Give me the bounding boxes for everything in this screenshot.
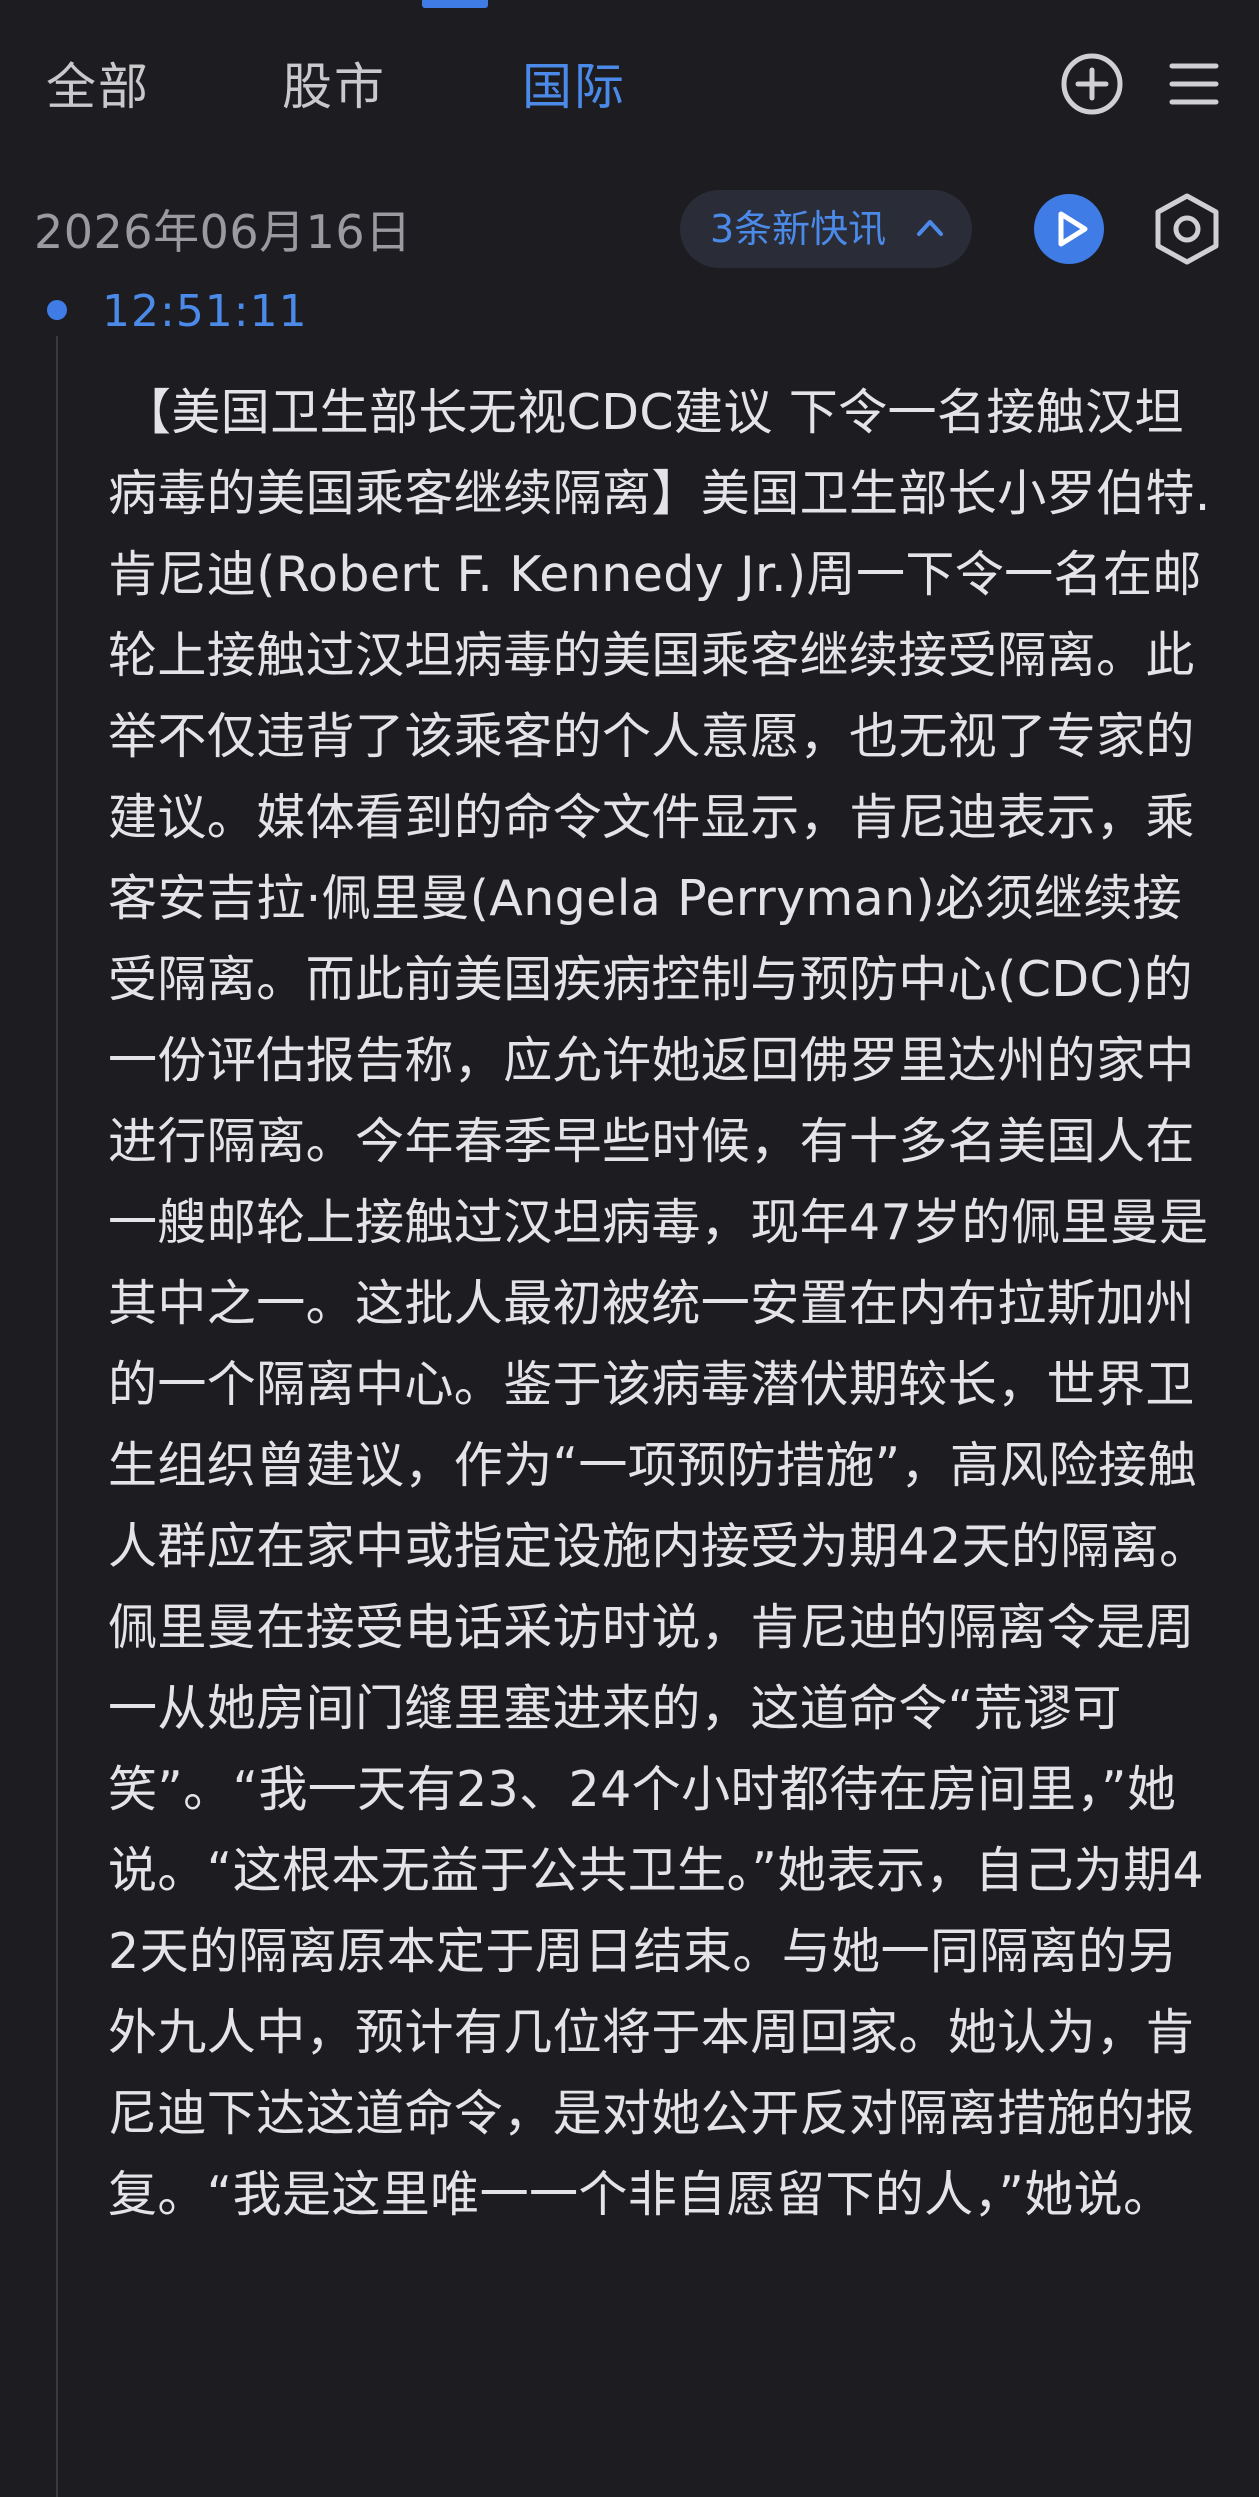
tab-international[interactable]: 国际 [522,52,626,122]
new-flash-news-label: 3条新快讯 [710,207,887,251]
tab-all[interactable]: 全部 [46,52,150,122]
tab-stock-market[interactable]: 股市 [282,52,386,122]
hamburger-menu-icon[interactable] [1168,56,1220,112]
chevron-up-icon [917,220,943,236]
top-navigation: 全部 股市 国际 [0,0,1259,150]
timeline-line [56,336,58,2497]
hexagon-gear-icon[interactable] [1154,192,1220,266]
news-time: 12:51:11 [102,286,308,337]
date-bar: 2026年06月16日 3条新快讯 [0,180,1259,280]
timeline-dot [47,300,67,320]
play-button[interactable] [1034,194,1104,264]
news-item-text[interactable]: 【美国卫生部长无视CDC建议 下令一名接触汉坦病毒的美国乘客继续隔离】美国卫生部… [108,372,1226,2235]
date-label: 2026年06月16日 [34,205,412,259]
play-icon [1058,211,1088,247]
new-flash-news-button[interactable]: 3条新快讯 [680,190,972,268]
plus-circle-icon[interactable] [1060,52,1124,116]
